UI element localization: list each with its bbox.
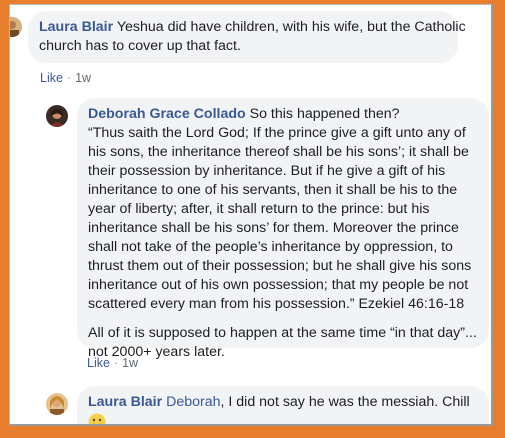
comment-timestamp[interactable]: 1w [75,71,91,85]
comment-text-line: inheritance out of his own possession; t… [88,277,469,293]
comment-text-line: Yeshua did have children, with his wife,… [116,19,466,35]
separator-dot: · [113,356,119,370]
comment-text-line: inheritance to one of his servants, then… [88,182,458,198]
comment-author[interactable]: Deborah Grace Collado [88,106,246,122]
comment-text-line: “Thus saith the Lord God; If the prince … [88,125,466,141]
comment-text-line: their possession by inheritance. But if … [88,163,446,179]
comment-bubble: Deborah Grace Collado So this happened t… [77,98,489,360]
comment-intro: So this happened then? [249,106,400,122]
comment-thread: Laura Blair Yeshua did have children, wi… [9,4,493,426]
avatar-image [46,105,68,127]
like-button[interactable]: Like [87,356,110,370]
separator-dot: · [66,71,72,85]
comment-actions: Like · 1w [40,71,91,85]
comment-text-line: his sons, the inheritance thereof shall … [88,144,469,160]
comment-author[interactable]: Laura Blair [39,19,113,35]
comment-text-line: not 2000+ years later. [88,344,225,360]
comment-text-line: All of it is supposed to happen at the s… [88,325,477,341]
comment-actions: Like · 1w [87,356,138,370]
screenshot-frame: Laura Blair Yeshua did have children, wi… [0,0,505,438]
avatar-laura-blair[interactable] [10,17,22,37]
avatar-laura-blair[interactable] [46,393,68,415]
avatar-deborah-grace-collado[interactable] [46,105,68,127]
comment-text-line: , I did not say he was the messiah. Chil… [220,394,470,410]
smiley-emoji-icon [88,413,106,424]
mention-link[interactable]: Deborah [166,394,220,410]
avatar-image [10,17,22,37]
comment-bubble: Laura Blair Deborah, I did not say he wa… [77,386,489,424]
avatar-image [46,393,68,415]
comment-text-line: inheritance shall be his sons’ for them.… [88,220,459,236]
comment-text-line: scattered every man from his possession.… [88,296,465,312]
comment-text-line: church has to cover up that fact. [39,38,241,54]
comment-text-line: thrust them out of their possession; but… [88,258,472,274]
comment-timestamp[interactable]: 1w [122,356,138,370]
like-button[interactable]: Like [40,71,63,85]
comment-bubble: Laura Blair Yeshua did have children, wi… [28,11,466,63]
smiley-emoji [88,413,478,424]
comment-text-line: year of liberty; after, it shall return … [88,201,430,217]
comment-author[interactable]: Laura Blair [88,394,162,410]
comment-text-line: shall not take of the people’s inheritan… [88,239,453,255]
